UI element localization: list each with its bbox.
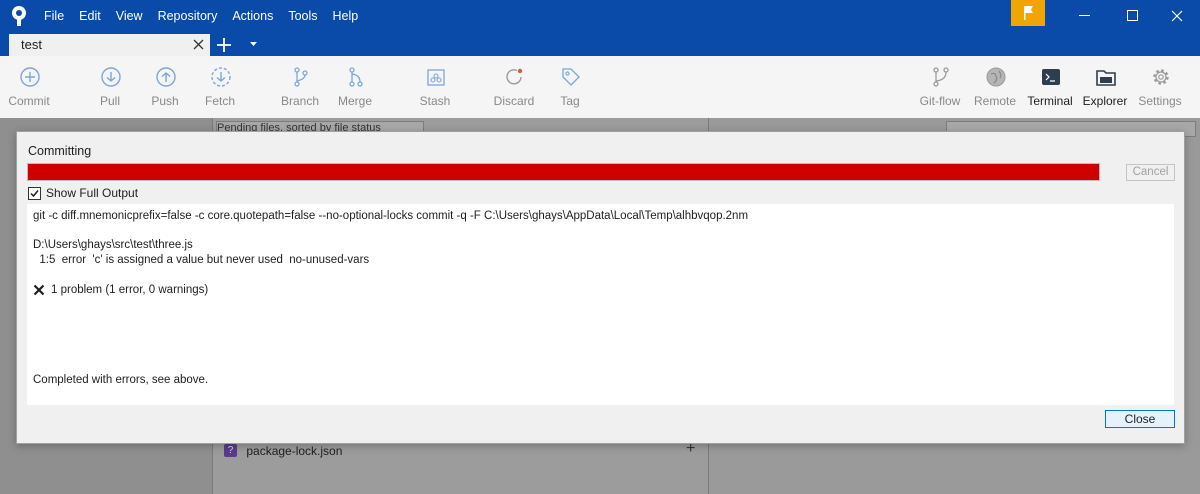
checkmark-icon xyxy=(30,189,39,197)
close-window-button[interactable] xyxy=(1154,0,1200,32)
minimize-button[interactable] xyxy=(1062,0,1108,32)
tab-test[interactable]: test xyxy=(9,34,210,56)
branch-icon xyxy=(294,67,308,87)
untracked-file-icon: ? xyxy=(224,444,237,458)
terminal-icon xyxy=(1042,69,1060,85)
new-tab-plus-icon[interactable] xyxy=(215,36,233,54)
arrow-down-dashed-circle-icon xyxy=(211,67,231,87)
list-item[interactable]: ? package-lock.json xyxy=(224,443,342,458)
progress-bar xyxy=(27,163,1100,181)
error-x-icon xyxy=(33,284,45,296)
menu-tools[interactable]: Tools xyxy=(288,9,317,23)
menu-help[interactable]: Help xyxy=(333,9,359,23)
fetch-button[interactable]: Fetch xyxy=(185,56,255,116)
show-full-output-checkbox[interactable]: Show Full Output xyxy=(28,185,138,201)
gitflow-icon xyxy=(933,67,949,87)
merge-label: Merge xyxy=(337,94,372,108)
main-toolbar: Commit Pull Push Fetch Branch Merge Stas… xyxy=(0,56,1200,119)
maximize-button[interactable] xyxy=(1108,0,1154,32)
menu-edit[interactable]: Edit xyxy=(79,9,101,23)
file-name: package-lock.json xyxy=(246,443,343,458)
arrow-down-circle-icon xyxy=(101,67,121,87)
commit-label: Commit xyxy=(8,94,50,108)
commit-button[interactable]: Commit xyxy=(0,56,64,116)
sourcetree-logo-icon xyxy=(12,6,26,26)
cancel-button[interactable]: Cancel xyxy=(1126,164,1175,181)
gear-icon xyxy=(1153,69,1169,85)
discard-icon xyxy=(506,68,523,85)
close-button[interactable]: Close xyxy=(1105,410,1175,428)
minimize-icon xyxy=(1079,15,1090,16)
progress-bar-fill xyxy=(28,164,1099,180)
folder-icon xyxy=(1096,70,1116,86)
output-error-line: 1:5 error 'c' is assigned a value but ne… xyxy=(33,254,370,266)
settings-button[interactable]: Settings xyxy=(1125,56,1195,116)
checkbox-box[interactable] xyxy=(28,186,41,200)
maximize-icon xyxy=(1127,10,1138,21)
stash-label: Stash xyxy=(419,94,451,108)
show-full-output-label: Show Full Output xyxy=(46,186,139,200)
output-log[interactable]: git -c diff.mnemonicprefix=false -c core… xyxy=(27,204,1174,405)
menu-repository[interactable]: Repository xyxy=(158,9,218,23)
output-summary-line: 1 problem (1 error, 0 warnings) xyxy=(51,284,209,296)
output-file-line: D:\Users\ghays\src\test\three.js xyxy=(33,239,193,251)
tag-label: Tag xyxy=(560,94,580,108)
menu-actions[interactable]: Actions xyxy=(232,9,273,23)
tag-button[interactable]: Tag xyxy=(535,56,605,116)
globe-icon xyxy=(986,67,1006,87)
settings-label: Settings xyxy=(1138,94,1182,108)
committing-dialog: Committing Cancel Show Full Output git -… xyxy=(16,131,1185,444)
output-completed-line: Completed with errors, see above. xyxy=(33,374,209,386)
fetch-label: Fetch xyxy=(204,94,235,108)
tab-dropdown-icon[interactable] xyxy=(249,41,258,47)
tab-close-icon[interactable] xyxy=(193,39,204,50)
plus-circle-icon xyxy=(20,67,40,87)
menu-bar: File Edit View Repository Actions Tools … xyxy=(44,0,373,32)
flag-icon xyxy=(1024,6,1033,20)
merge-icon xyxy=(349,67,363,87)
title-bar: File Edit View Repository Actions Tools … xyxy=(0,0,1200,32)
close-icon xyxy=(1171,10,1183,22)
notification-flag-button[interactable] xyxy=(1011,0,1045,26)
dialog-title: Committing xyxy=(28,144,92,158)
output-command-line: git -c diff.mnemonicprefix=false -c core… xyxy=(33,210,749,222)
tag-icon xyxy=(562,68,580,86)
tab-title: test xyxy=(21,37,42,52)
tab-bar: test xyxy=(0,32,1200,56)
menu-view[interactable]: View xyxy=(116,9,143,23)
stash-button[interactable]: Stash xyxy=(400,56,470,116)
merge-button[interactable]: Merge xyxy=(320,56,390,116)
arrow-up-circle-icon xyxy=(156,67,176,87)
menu-file[interactable]: File xyxy=(44,9,64,23)
stash-icon xyxy=(427,69,445,86)
